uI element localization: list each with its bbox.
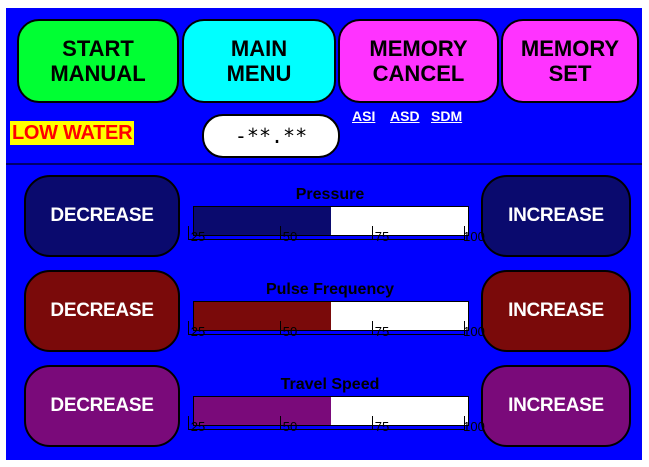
section-divider [6, 163, 642, 165]
axis-tick [280, 416, 281, 430]
start-manual-line2: MANUAL [50, 61, 146, 86]
gauge-bar-fill [194, 207, 331, 235]
main-menu-line1: MAIN [230, 36, 288, 61]
gauge-bar [193, 396, 469, 426]
start-manual-button[interactable]: START MANUAL [17, 19, 179, 103]
memory-set-button[interactable]: MEMORY SET [501, 19, 639, 103]
hmi-screen: START MANUAL MAIN MENU MEMORY CANCEL MEM… [6, 8, 642, 460]
axis-tick-label: 25 [190, 229, 206, 244]
axis-tick-label: 100 [463, 419, 485, 434]
decrease-button[interactable]: DECREASE [24, 270, 180, 352]
increase-button[interactable]: INCREASE [481, 365, 631, 447]
axis-tick-label: 75 [374, 419, 390, 434]
gauge-bar-fill [194, 302, 331, 330]
axis-tick [280, 321, 281, 335]
axis-tick [372, 321, 373, 335]
axis-tick-label: 75 [374, 324, 390, 339]
increase-button[interactable]: INCREASE [481, 175, 631, 257]
gauge-bar [193, 206, 469, 236]
asd-link[interactable]: ASD [390, 108, 420, 124]
value-readout: -**.** [202, 114, 340, 158]
gauge-title: Pulse Frequency [265, 281, 395, 298]
gauge-title: Pressure [295, 186, 365, 203]
asi-link[interactable]: ASI [352, 108, 375, 124]
increase-button[interactable]: INCREASE [481, 270, 631, 352]
start-manual-line1: START [62, 36, 134, 61]
memory-cancel-button[interactable]: MEMORY CANCEL [338, 19, 499, 103]
gauge-axis [188, 239, 464, 240]
gauge-title: Travel Speed [280, 376, 380, 393]
memory-set-line1: MEMORY [520, 36, 620, 61]
gauge-axis [188, 334, 464, 335]
decrease-button[interactable]: DECREASE [24, 365, 180, 447]
gauge-bar [193, 301, 469, 331]
axis-tick-label: 50 [282, 324, 298, 339]
gauge-bar-fill [194, 397, 331, 425]
gauge-axis [188, 429, 464, 430]
low-water-indicator: LOW WATER [10, 121, 135, 145]
axis-tick [280, 226, 281, 240]
memory-set-line2: SET [548, 61, 592, 86]
axis-tick-label: 100 [463, 229, 485, 244]
main-menu-line2: MENU [226, 61, 292, 86]
main-menu-button[interactable]: MAIN MENU [182, 19, 336, 103]
axis-tick [188, 416, 189, 430]
sdm-link[interactable]: SDM [431, 108, 462, 124]
axis-tick-label: 100 [463, 324, 485, 339]
axis-tick-label: 25 [190, 324, 206, 339]
axis-tick-label: 75 [374, 229, 390, 244]
memory-cancel-line1: MEMORY [369, 36, 468, 61]
axis-tick [188, 226, 189, 240]
axis-tick [372, 416, 373, 430]
axis-tick-label: 25 [190, 419, 206, 434]
axis-tick [372, 226, 373, 240]
axis-tick-label: 50 [282, 419, 298, 434]
decrease-button[interactable]: DECREASE [24, 175, 180, 257]
axis-tick [188, 321, 189, 335]
axis-tick-label: 50 [282, 229, 298, 244]
memory-cancel-line2: CANCEL [372, 61, 465, 86]
